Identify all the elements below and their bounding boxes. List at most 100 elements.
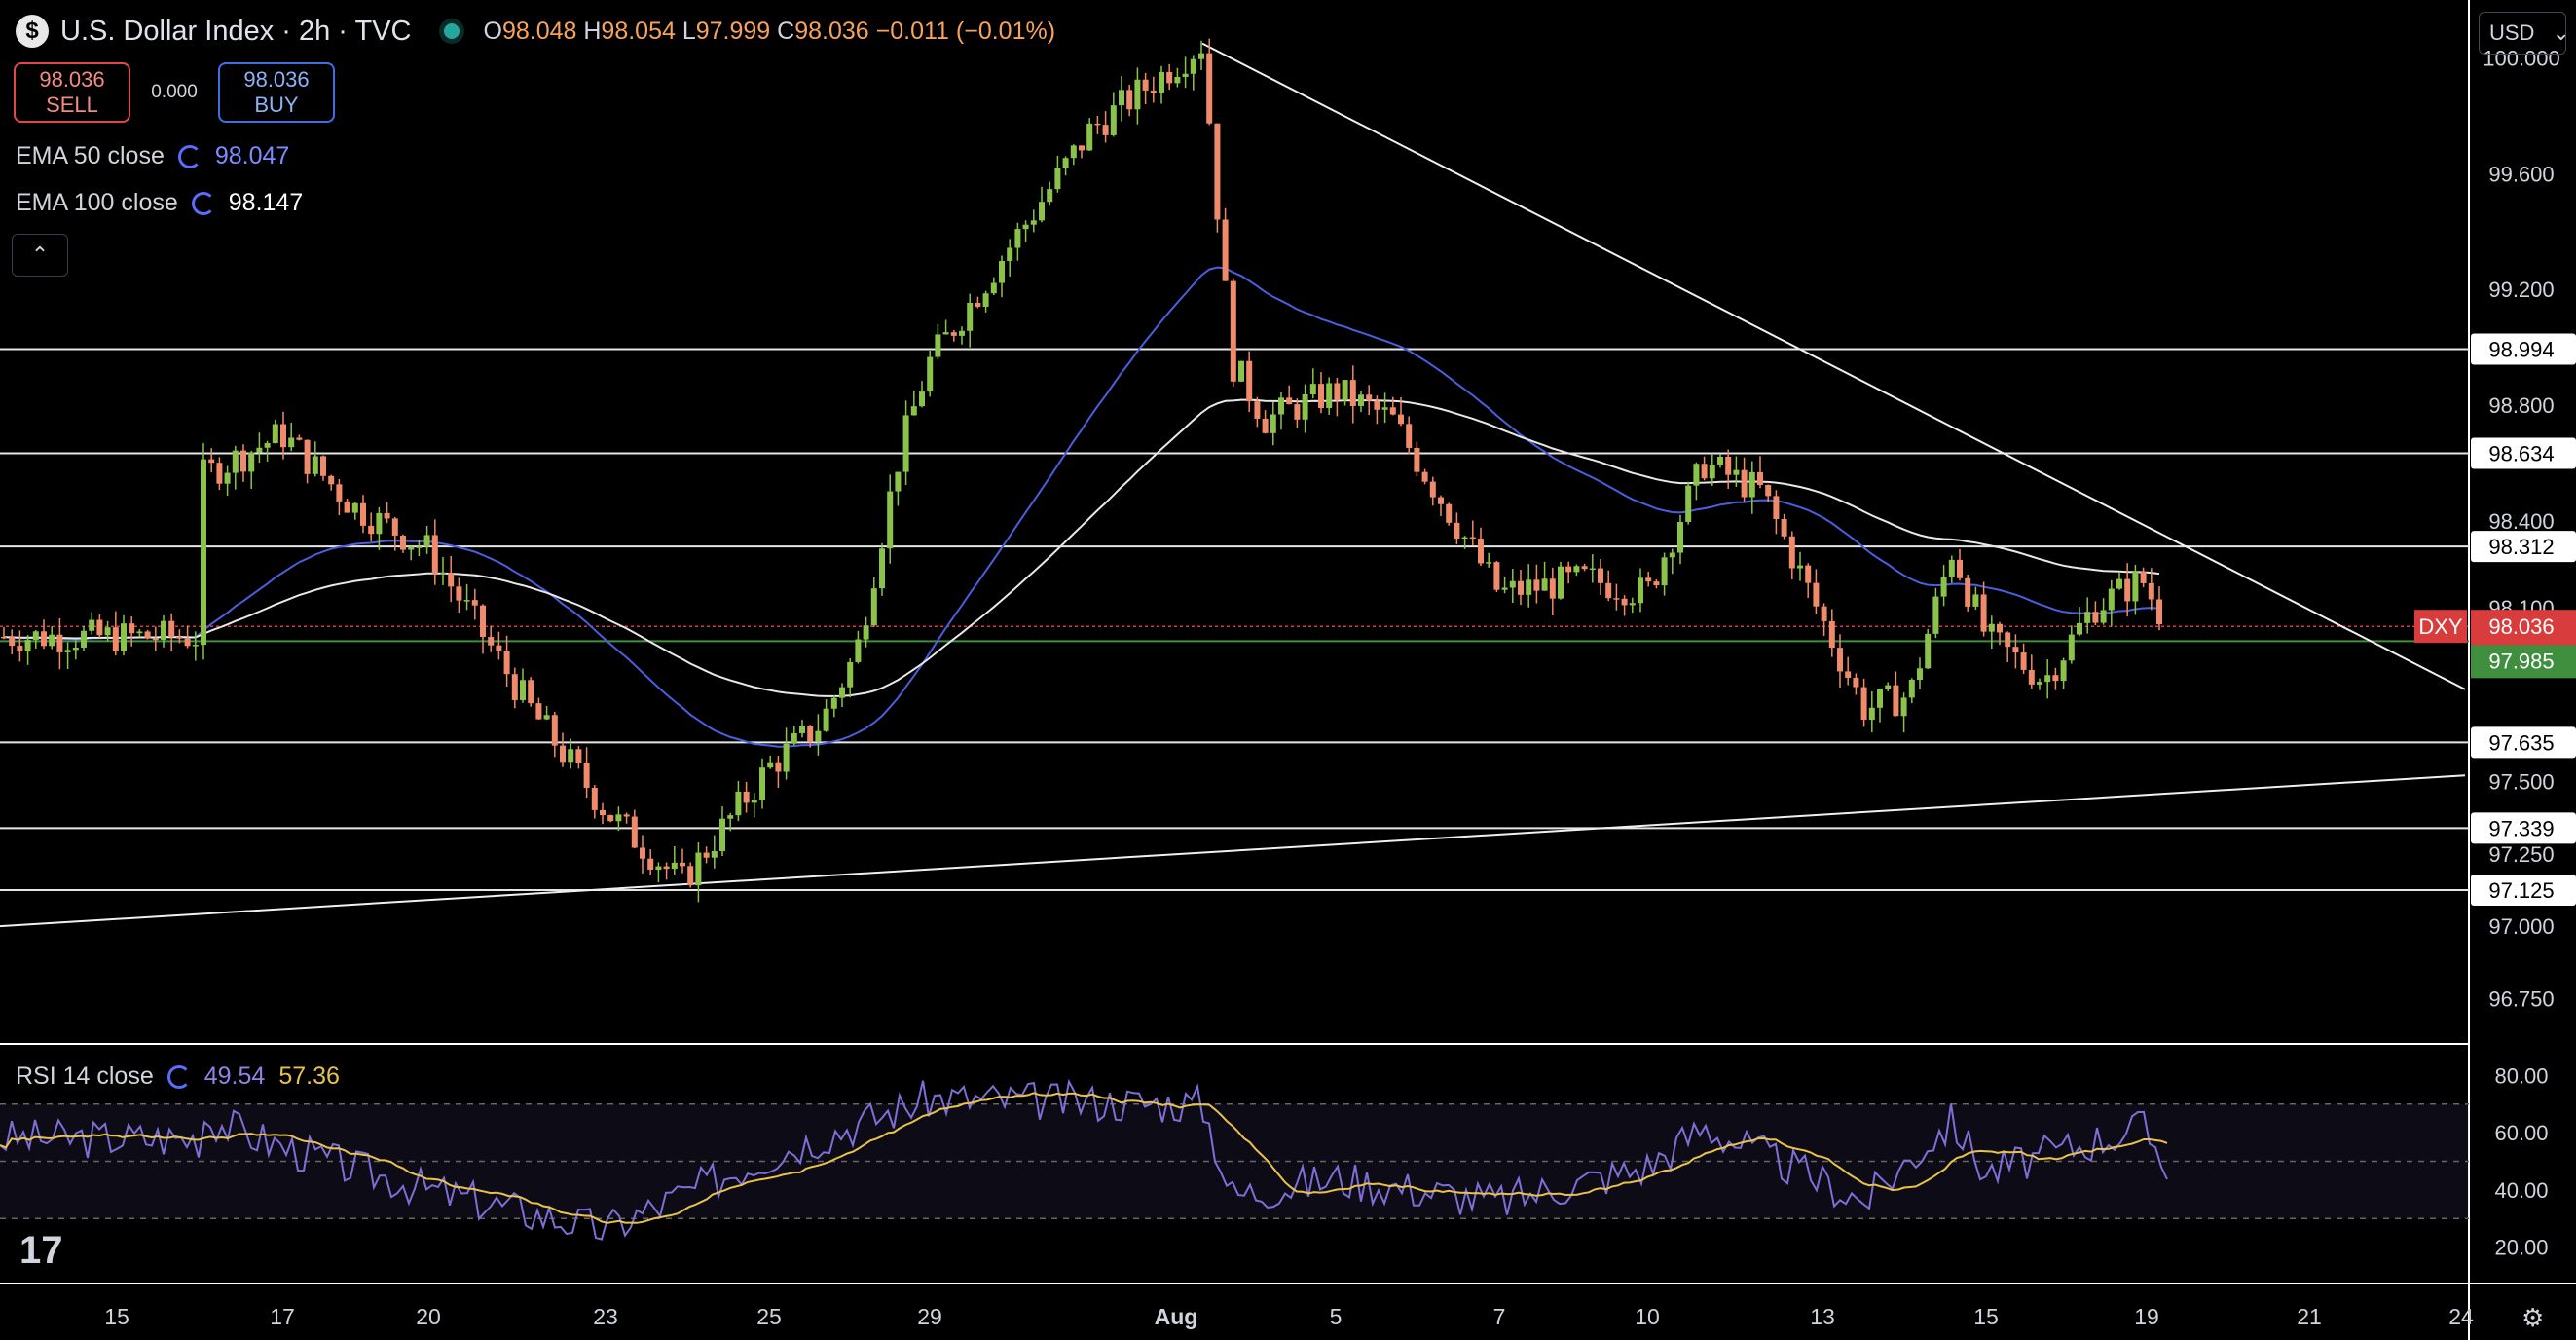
candle-body: [815, 730, 822, 742]
candle: [863, 616, 869, 648]
candle-body: [1054, 168, 1061, 190]
refresh-icon[interactable]: [177, 144, 202, 168]
candle-body: [201, 459, 206, 646]
candle-body: [1788, 536, 1795, 569]
candle: [240, 444, 246, 482]
candle: [296, 434, 303, 441]
candle-body: [2028, 669, 2035, 685]
candle-body: [1214, 123, 1221, 220]
time-tick-label: 20: [416, 1304, 441, 1329]
candle: [471, 588, 478, 620]
candle-body: [990, 282, 997, 294]
ema50-legend[interactable]: EMA 50 close 98.047: [16, 142, 289, 170]
candle: [935, 323, 941, 360]
candle: [1518, 569, 1524, 606]
candle-body: [1669, 552, 1675, 558]
candle-body: [248, 452, 255, 472]
candle-body: [927, 356, 934, 392]
candle: [2148, 568, 2154, 611]
refresh-icon[interactable]: [166, 1064, 191, 1089]
currency-selector[interactable]: USD ⌄: [2479, 12, 2570, 55]
candle-body: [136, 631, 143, 634]
candle: [1748, 461, 1755, 514]
candle-body: [1558, 566, 1564, 599]
gear-icon[interactable]: ⚙: [2521, 1303, 2544, 1333]
candle-body: [759, 767, 765, 800]
candle: [1086, 118, 1093, 151]
refresh-icon[interactable]: [191, 191, 215, 215]
candle: [919, 381, 925, 408]
candle-body: [1022, 224, 1029, 230]
spread-value: 0.000: [151, 82, 198, 102]
candle: [1948, 555, 1955, 583]
candle: [1965, 574, 1971, 612]
candle: [2012, 634, 2019, 669]
candle-body: [950, 332, 957, 336]
candle: [1478, 527, 1484, 567]
candle-body: [727, 815, 734, 819]
candle-body: [144, 631, 151, 639]
candle-body: [1613, 598, 1620, 600]
candle: [2108, 579, 2115, 627]
candle: [1709, 453, 1715, 486]
candle-body: [1685, 485, 1692, 523]
candle: [1102, 111, 1109, 143]
buy-button[interactable]: 98.036 BUY: [218, 62, 335, 123]
candle: [2028, 654, 2035, 689]
candle: [823, 699, 829, 732]
chart-header: $ U.S. Dollar Index · 2h · TVC O98.048 H…: [16, 12, 1055, 51]
candle-body: [208, 459, 215, 464]
rsi-tick-label: 40.00: [2494, 1178, 2548, 1203]
candle: [2116, 571, 2122, 590]
candle-body: [2100, 610, 2107, 623]
candle-body: [1900, 697, 1907, 717]
ema100-legend[interactable]: EMA 100 close 98.147: [16, 189, 303, 217]
candle-body: [1509, 580, 1516, 588]
candle-body: [799, 726, 805, 733]
price-chart[interactable]: 100.00099.60099.20098.80098.40098.10097.…: [0, 0, 2576, 1340]
candle: [1349, 365, 1356, 424]
candle: [1039, 186, 1045, 223]
candle: [256, 432, 263, 464]
time-tick-label: 24: [2448, 1304, 2474, 1329]
candle: [1893, 671, 1899, 717]
candle-body: [9, 637, 16, 647]
candle: [783, 727, 790, 780]
candle: [910, 390, 917, 416]
time-tick-label: 29: [917, 1304, 942, 1329]
candle: [560, 732, 566, 767]
candle: [1558, 561, 1564, 600]
candle-body: [607, 815, 614, 822]
candle: [847, 658, 854, 698]
rsi-legend[interactable]: RSI 14 close 49.54 57.36: [16, 1062, 340, 1091]
candle: [264, 440, 271, 462]
ema50-line: [3, 266, 2160, 748]
candle-body: [1381, 407, 1388, 410]
candle-body: [1693, 464, 1700, 486]
candle: [1302, 384, 1308, 433]
collapse-legend-button[interactable]: ⌃: [12, 234, 68, 277]
candle: [2100, 598, 2107, 625]
candle-body: [17, 646, 23, 651]
candle-body: [775, 762, 782, 772]
candle: [1206, 38, 1213, 126]
candle: [839, 683, 845, 707]
candle-body: [543, 715, 550, 720]
candle-body: [2156, 599, 2162, 625]
time-tick-label: 10: [1635, 1304, 1660, 1329]
trendline: [0, 774, 2466, 928]
candle: [1070, 144, 1077, 166]
candle-body: [623, 814, 630, 817]
candle-body: [1454, 522, 1460, 540]
candle-body: [959, 330, 965, 336]
rsi-tick-label: 60.00: [2494, 1121, 2548, 1145]
sell-button[interactable]: 98.036 SELL: [14, 62, 130, 123]
candle: [1940, 565, 1947, 607]
candle: [1980, 581, 1987, 637]
candle-body: [2092, 612, 2099, 623]
candle-body: [32, 631, 39, 641]
candle: [695, 842, 702, 903]
candle: [799, 720, 805, 738]
market-status-icon[interactable]: [444, 23, 460, 39]
candle-body: [129, 623, 135, 634]
